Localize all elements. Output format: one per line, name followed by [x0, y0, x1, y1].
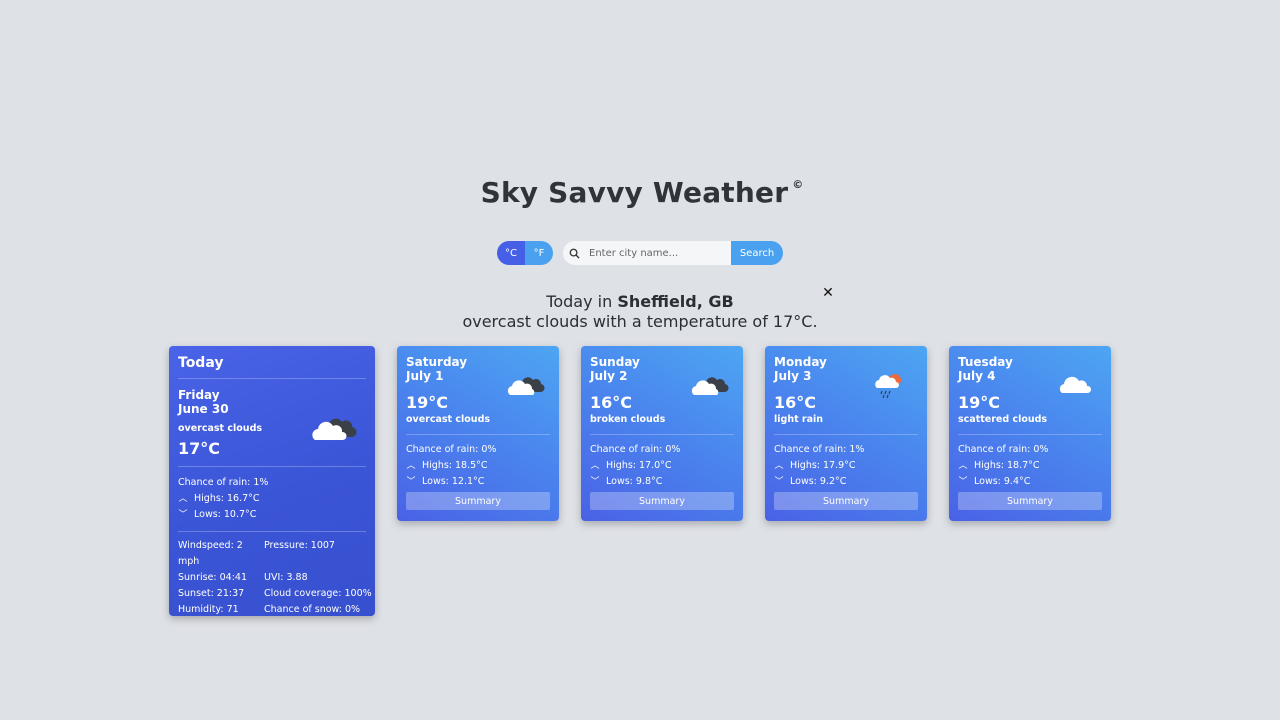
forecast-highs-text: Highs: 17.9°C	[790, 460, 856, 471]
today-heading: Today	[178, 355, 224, 371]
chevron-down-icon: ﹀	[178, 510, 188, 520]
divider	[178, 531, 366, 532]
forecast-rain-chance: Chance of rain: 0%	[958, 444, 1049, 455]
summary-location: Sheffield, GB	[617, 292, 734, 311]
sunrise: Sunrise: 04:41	[178, 572, 248, 583]
broken-cloud-icon	[689, 372, 729, 402]
forecast-rain-chance: Chance of rain: 0%	[590, 444, 681, 455]
chevron-down-icon: ﹀	[590, 477, 600, 487]
divider	[178, 378, 366, 379]
unit-toggle: °C °F	[497, 241, 553, 265]
today-details: Windspeed: 2 mph Pressure: 1007 Sunrise:…	[178, 538, 372, 618]
today-lows-text: Lows: 10.7°C	[194, 509, 257, 520]
celsius-button[interactable]: °C	[497, 241, 525, 265]
chevron-up-icon: ︿	[178, 494, 188, 504]
sunset: Sunset: 21:37	[178, 588, 245, 599]
forecast-highs: ︿ Highs: 18.7°C	[958, 458, 1102, 474]
overcast-cloud-icon	[309, 412, 357, 448]
chevron-up-icon: ︿	[406, 461, 416, 471]
forecast-highs-text: Highs: 17.0°C	[606, 460, 672, 471]
today-lows: ﹀ Lows: 10.7°C	[178, 507, 366, 523]
summary-button[interactable]: Summary	[958, 492, 1102, 510]
overcast-cloud-icon	[505, 372, 545, 402]
divider	[958, 434, 1102, 435]
chevron-up-icon: ︿	[774, 461, 784, 471]
forecast-description: light rain	[774, 414, 824, 425]
fahrenheit-button[interactable]: °F	[525, 241, 553, 265]
forecast-highs-text: Highs: 18.5°C	[422, 460, 488, 471]
summary-location-line: Today in Sheffield, GB	[0, 292, 1280, 311]
sun-rain-cloud-icon	[873, 370, 905, 404]
copyright-mark: ©	[792, 178, 804, 191]
forecast-highs: ︿ Highs: 18.5°C	[406, 458, 550, 474]
city-search-input[interactable]	[585, 241, 731, 265]
app-title-text: Sky Savvy Weather	[480, 176, 789, 209]
forecast-card: Tuesday July 4 19°C scattered clouds Cha…	[949, 346, 1111, 521]
forecast-description: overcast clouds	[406, 414, 491, 425]
forecast-highs: ︿ Highs: 17.9°C	[774, 458, 918, 474]
forecast-lows: ﹀ Lows: 12.1°C	[406, 474, 550, 490]
forecast-rain-chance: Chance of rain: 1%	[774, 444, 865, 455]
pressure: Pressure: 1007	[264, 540, 335, 551]
forecast-day: Monday	[774, 355, 827, 369]
uvi: UVI: 3.88	[264, 572, 308, 583]
divider	[406, 434, 550, 435]
forecast-highs: ︿ Highs: 17.0°C	[590, 458, 734, 474]
forecast-day: Saturday	[406, 355, 468, 369]
snow-chance: Chance of snow: 0%	[264, 604, 361, 615]
today-rain-chance: Chance of rain: 1%	[178, 477, 269, 488]
chevron-up-icon: ︿	[958, 461, 968, 471]
cloud-coverage: Cloud coverage: 100%	[264, 588, 372, 599]
chevron-down-icon: ﹀	[406, 477, 416, 487]
forecast-lows: ﹀ Lows: 9.4°C	[958, 474, 1102, 490]
windspeed: Windspeed: 2 mph	[178, 540, 243, 567]
today-card: Today Friday June 30 overcast clouds 17°…	[169, 346, 375, 616]
forecast-day: Sunday	[590, 355, 640, 369]
divider	[590, 434, 734, 435]
search-icon	[563, 241, 585, 265]
forecast-lows-text: Lows: 9.4°C	[974, 476, 1031, 487]
controls-bar: °C °F Search	[497, 241, 783, 265]
forecast-description: broken clouds	[590, 414, 666, 425]
forecast-lows-text: Lows: 9.2°C	[790, 476, 847, 487]
forecast-card: Monday July 3 16°C light rain Chance of …	[765, 346, 927, 521]
forecast-description: scattered clouds	[958, 414, 1048, 425]
chevron-down-icon: ﹀	[958, 477, 968, 487]
forecast-highs-text: Highs: 18.7°C	[974, 460, 1040, 471]
summary-button[interactable]: Summary	[774, 492, 918, 510]
summary-description: overcast clouds with a temperature of 17…	[462, 312, 818, 331]
divider	[178, 466, 366, 467]
today-highs-text: Highs: 16.7°C	[194, 493, 260, 504]
search-button[interactable]: Search	[731, 241, 783, 265]
forecast-card: Saturday July 1 19°C overcast clouds Cha…	[397, 346, 559, 521]
forecast-card: Sunday July 2 16°C broken clouds Chance …	[581, 346, 743, 521]
forecast-rain-chance: Chance of rain: 0%	[406, 444, 497, 455]
summary-prefix: Today in	[546, 292, 613, 311]
forecast-lows: ﹀ Lows: 9.2°C	[774, 474, 918, 490]
forecast-lows-text: Lows: 12.1°C	[422, 476, 485, 487]
chevron-up-icon: ︿	[590, 461, 600, 471]
today-day: Friday	[178, 388, 220, 402]
forecast-day: Tuesday	[958, 355, 1013, 369]
search-box: Search	[563, 241, 783, 265]
scattered-cloud-icon	[1057, 372, 1093, 400]
summary-button[interactable]: Summary	[590, 492, 734, 510]
humidity: Humidity: 71	[178, 604, 239, 615]
today-highs: ︿ Highs: 16.7°C	[178, 491, 366, 507]
summary-button[interactable]: Summary	[406, 492, 550, 510]
forecast-lows: ﹀ Lows: 9.8°C	[590, 474, 734, 490]
chevron-down-icon: ﹀	[774, 477, 784, 487]
divider	[774, 434, 918, 435]
app-title: Sky Savvy Weather ©	[0, 176, 1280, 209]
forecast-lows-text: Lows: 9.8°C	[606, 476, 663, 487]
